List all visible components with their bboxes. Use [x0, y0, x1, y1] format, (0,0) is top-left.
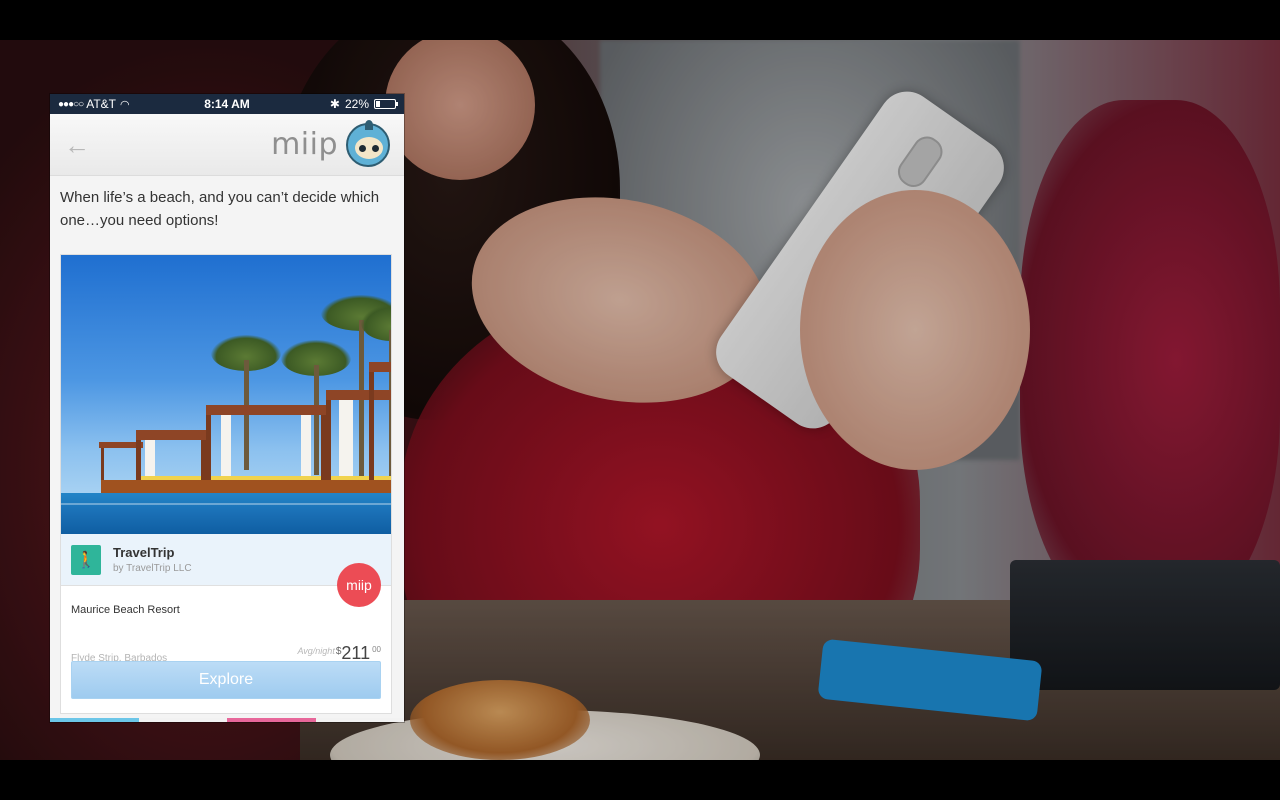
pool-deck: [101, 480, 391, 494]
cabana: [99, 442, 143, 485]
app-info-row: TravelTrip by TravelTrip LLC miip: [61, 534, 391, 607]
app-publisher: by TravelTrip LLC: [113, 563, 192, 574]
bottom-color-strip: [50, 718, 404, 722]
resort-card[interactable]: TravelTrip by TravelTrip LLC miip Mauric…: [60, 254, 392, 714]
app-screen: ●●●○○ AT&T ◠ 8:14 AM ✱ 22% ← miip When l…: [50, 94, 404, 722]
price-cents: 00: [372, 645, 381, 654]
back-arrow-icon[interactable]: ←: [64, 132, 90, 158]
intro-text: When life’s a beach, and you can’t decid…: [60, 189, 380, 229]
status-time: 8:14 AM: [204, 97, 250, 111]
pool-water: [61, 493, 391, 534]
explore-button[interactable]: Explore: [71, 661, 381, 699]
strip-segment: [138, 718, 227, 722]
price-row: Flyde Strip, Barbados Avg/night $ 211 00: [61, 630, 391, 664]
cabana: [369, 362, 391, 485]
battery-fill: [376, 101, 381, 107]
status-bar: ●●●○○ AT&T ◠ 8:14 AM ✱ 22%: [50, 94, 404, 114]
cabana: [206, 405, 326, 485]
brand: miip: [271, 119, 390, 167]
miip-badge-button[interactable]: miip: [337, 563, 381, 607]
strip-segment: [315, 718, 404, 722]
app-name: TravelTrip: [113, 545, 175, 560]
brand-logo-text: miip: [271, 127, 338, 162]
app-meta: TravelTrip by TravelTrip LLC: [113, 545, 192, 574]
strip-segment: [50, 718, 139, 722]
traveltrip-app-icon: [71, 544, 101, 575]
battery-icon: [374, 99, 398, 109]
mascot-logo-icon: [346, 119, 390, 167]
strip-segment: [227, 718, 316, 722]
price-label: Avg/night: [297, 646, 335, 656]
cabana: [136, 430, 206, 485]
resort-photo: [61, 255, 391, 534]
nav-bar: ← miip: [50, 114, 404, 176]
